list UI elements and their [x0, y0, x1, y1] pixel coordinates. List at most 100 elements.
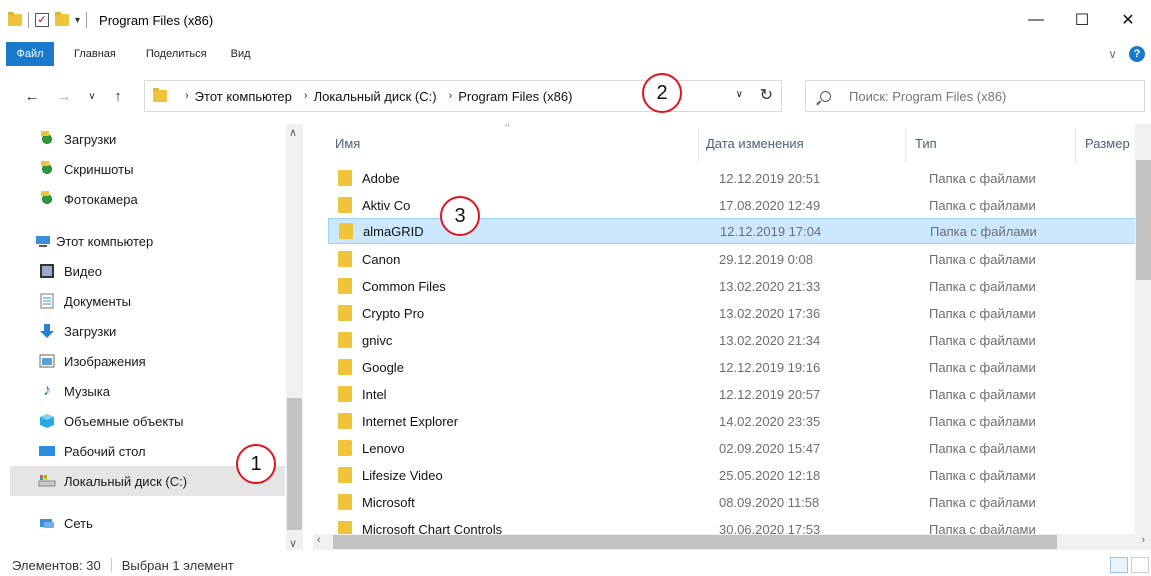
nav-item-music[interactable]: ♪ Музыка	[10, 376, 285, 406]
column-header-date[interactable]: Дата изменения	[706, 136, 804, 151]
back-arrow-icon[interactable]: ←	[20, 84, 44, 108]
file-row[interactable]: Lifesize Video 25.05.2020 12:18 Папка с фа…	[328, 462, 1138, 488]
file-row[interactable]: Internet Explorer 14.02.2020 23:35 Папка с…	[328, 408, 1138, 434]
file-type: Папка с файлами	[929, 332, 1036, 348]
breadcrumb-chevron-icon[interactable]: ›	[185, 90, 189, 102]
local-disk-icon	[38, 473, 56, 489]
nav-item-pictures[interactable]: Изображения	[10, 346, 285, 376]
nav-item-screenshots[interactable]: Скриншоты	[10, 154, 285, 184]
customize-qat-dropdown-icon[interactable]: ▾	[75, 15, 80, 26]
address-bar[interactable]: › Этот компьютер › Локальный диск (C:) ›…	[144, 80, 782, 112]
breadcrumb-chevron-icon[interactable]: ›	[304, 90, 308, 102]
status-bar: Элементов: 30 Выбран 1 элемент	[0, 554, 1151, 576]
scroll-thumb[interactable]	[1136, 160, 1151, 280]
file-type: Папка с файлами	[929, 359, 1036, 375]
documents-icon	[38, 293, 56, 309]
folder-icon	[338, 467, 352, 483]
download-arrow-icon	[38, 323, 56, 339]
ribbon-right-controls: ∨ ?	[1108, 46, 1145, 62]
tab-share[interactable]: Поделиться	[130, 42, 221, 66]
scroll-thumb[interactable]	[333, 535, 1057, 549]
nav-item-network[interactable]: Сеть	[10, 508, 285, 538]
file-row[interactable]: Intel 12.12.2019 20:57 Папка с файлами	[328, 381, 1138, 407]
help-icon[interactable]: ?	[1129, 46, 1145, 62]
file-type: Папка с файлами	[929, 440, 1036, 456]
folder-icon	[338, 251, 352, 267]
search-input[interactable]	[849, 88, 1129, 104]
nav-item-label: Этот компьютер	[56, 233, 154, 249]
scroll-thumb[interactable]	[287, 398, 302, 530]
file-row[interactable]: Lenovo 02.09.2020 15:47 Папка с файлами	[328, 435, 1138, 461]
file-row[interactable]: Microsoft 08.09.2020 11:58 Папка с файлами	[328, 489, 1138, 515]
maximize-button[interactable]: ☐	[1059, 0, 1105, 40]
nav-item-label: Сеть	[64, 515, 93, 531]
search-box[interactable]	[805, 80, 1145, 112]
close-button[interactable]: ✕	[1105, 0, 1151, 40]
file-row[interactable]: Google 12.12.2019 19:16 Папка с файлами	[328, 354, 1138, 380]
file-date: 12.12.2019 20:51	[719, 170, 821, 186]
breadcrumb-this-pc[interactable]: Этот компьютер	[195, 89, 292, 104]
file-name: almaGRID	[363, 223, 424, 239]
new-folder-icon[interactable]	[55, 12, 69, 26]
folder-icon	[338, 413, 352, 429]
column-header-name[interactable]: Имя	[335, 136, 360, 151]
nav-item-label: Объемные объекты	[64, 413, 184, 429]
properties-icon[interactable]: ✓	[35, 13, 49, 27]
recent-locations-dropdown-icon[interactable]: ∨	[80, 84, 104, 108]
nav-item-label: Видео	[64, 263, 102, 279]
file-row[interactable]: Canon 29.12.2019 0:08 Папка с файлами	[328, 246, 1138, 272]
file-row[interactable]: gnivc 13.02.2020 21:34 Папка с файлами	[328, 327, 1138, 353]
file-row[interactable]: Common Files 13.02.2020 21:33 Папка с файл…	[328, 273, 1138, 299]
column-divider[interactable]	[1075, 128, 1076, 162]
scroll-left-icon[interactable]: ‹	[317, 534, 321, 546]
address-history-dropdown-icon[interactable]: ∨	[736, 89, 743, 100]
nav-item-documents[interactable]: Документы	[10, 286, 285, 316]
screenshots-folder-icon	[38, 161, 56, 177]
forward-arrow-icon[interactable]: →	[52, 84, 76, 108]
minimize-button[interactable]: —	[1013, 0, 1059, 40]
up-arrow-icon[interactable]: ↑	[106, 84, 130, 108]
scroll-right-icon[interactable]: ›	[1141, 534, 1145, 546]
file-type: Папка с файлами	[929, 251, 1036, 267]
column-divider[interactable]	[698, 128, 699, 162]
qat-divider	[86, 12, 88, 28]
tab-view[interactable]: Вид	[221, 42, 265, 66]
column-header-type[interactable]: Тип	[915, 136, 937, 151]
expand-ribbon-chevron-icon[interactable]: ∨	[1108, 47, 1117, 61]
file-name: Internet Explorer	[362, 413, 459, 429]
nav-item-camera-roll[interactable]: Фотокамера	[10, 184, 285, 214]
file-type: Папка с файлами	[929, 197, 1036, 213]
folder-icon	[338, 170, 352, 186]
breadcrumb-program-files-x86[interactable]: Program Files (x86)	[458, 89, 572, 104]
file-name: Intel	[362, 386, 387, 402]
file-list-horizontal-scrollbar[interactable]: ‹ ›	[313, 534, 1151, 550]
file-row[interactable]: Crypto Pro 13.02.2020 17:36 Папка с файлам…	[328, 300, 1138, 326]
tab-home[interactable]: Главная	[54, 42, 130, 66]
file-date: 08.09.2020 11:58	[719, 494, 820, 510]
nav-item-3d-objects[interactable]: Объемные объекты	[10, 406, 285, 436]
search-icon	[820, 90, 831, 102]
nav-pane-scrollbar[interactable]: ∧ ∨	[286, 124, 303, 550]
file-list-vertical-scrollbar[interactable]	[1135, 124, 1151, 534]
nav-item-downloads[interactable]: Загрузки	[10, 316, 285, 346]
nav-item-downloads-quick[interactable]: Загрузки	[10, 124, 285, 154]
scroll-down-icon[interactable]: ∨	[289, 537, 297, 550]
sort-ascending-icon: ^	[505, 124, 510, 133]
large-icons-view-icon[interactable]	[1131, 557, 1149, 573]
file-date: 13.02.2020 21:33	[719, 278, 821, 294]
tab-file[interactable]: Файл	[6, 42, 54, 66]
nav-item-videos[interactable]: Видео	[10, 256, 285, 286]
folder-icon	[8, 12, 22, 26]
column-divider[interactable]	[905, 128, 906, 162]
breadcrumb-chevron-icon[interactable]: ›	[449, 90, 453, 102]
column-header-size[interactable]: Размер	[1085, 136, 1130, 151]
nav-item-this-pc[interactable]: Этот компьютер	[10, 226, 285, 256]
breadcrumb-local-disk[interactable]: Локальный диск (C:)	[314, 89, 437, 104]
file-row[interactable]: Adobe 12.12.2019 20:51 Папка с файлами	[328, 165, 1138, 191]
folder-icon	[338, 332, 352, 348]
refresh-icon[interactable]: ↻	[760, 85, 773, 105]
scroll-up-icon[interactable]: ∧	[289, 126, 297, 139]
folder-icon	[338, 386, 352, 402]
details-view-icon[interactable]	[1110, 557, 1128, 573]
file-date: 12.12.2019 17:04	[720, 223, 822, 239]
